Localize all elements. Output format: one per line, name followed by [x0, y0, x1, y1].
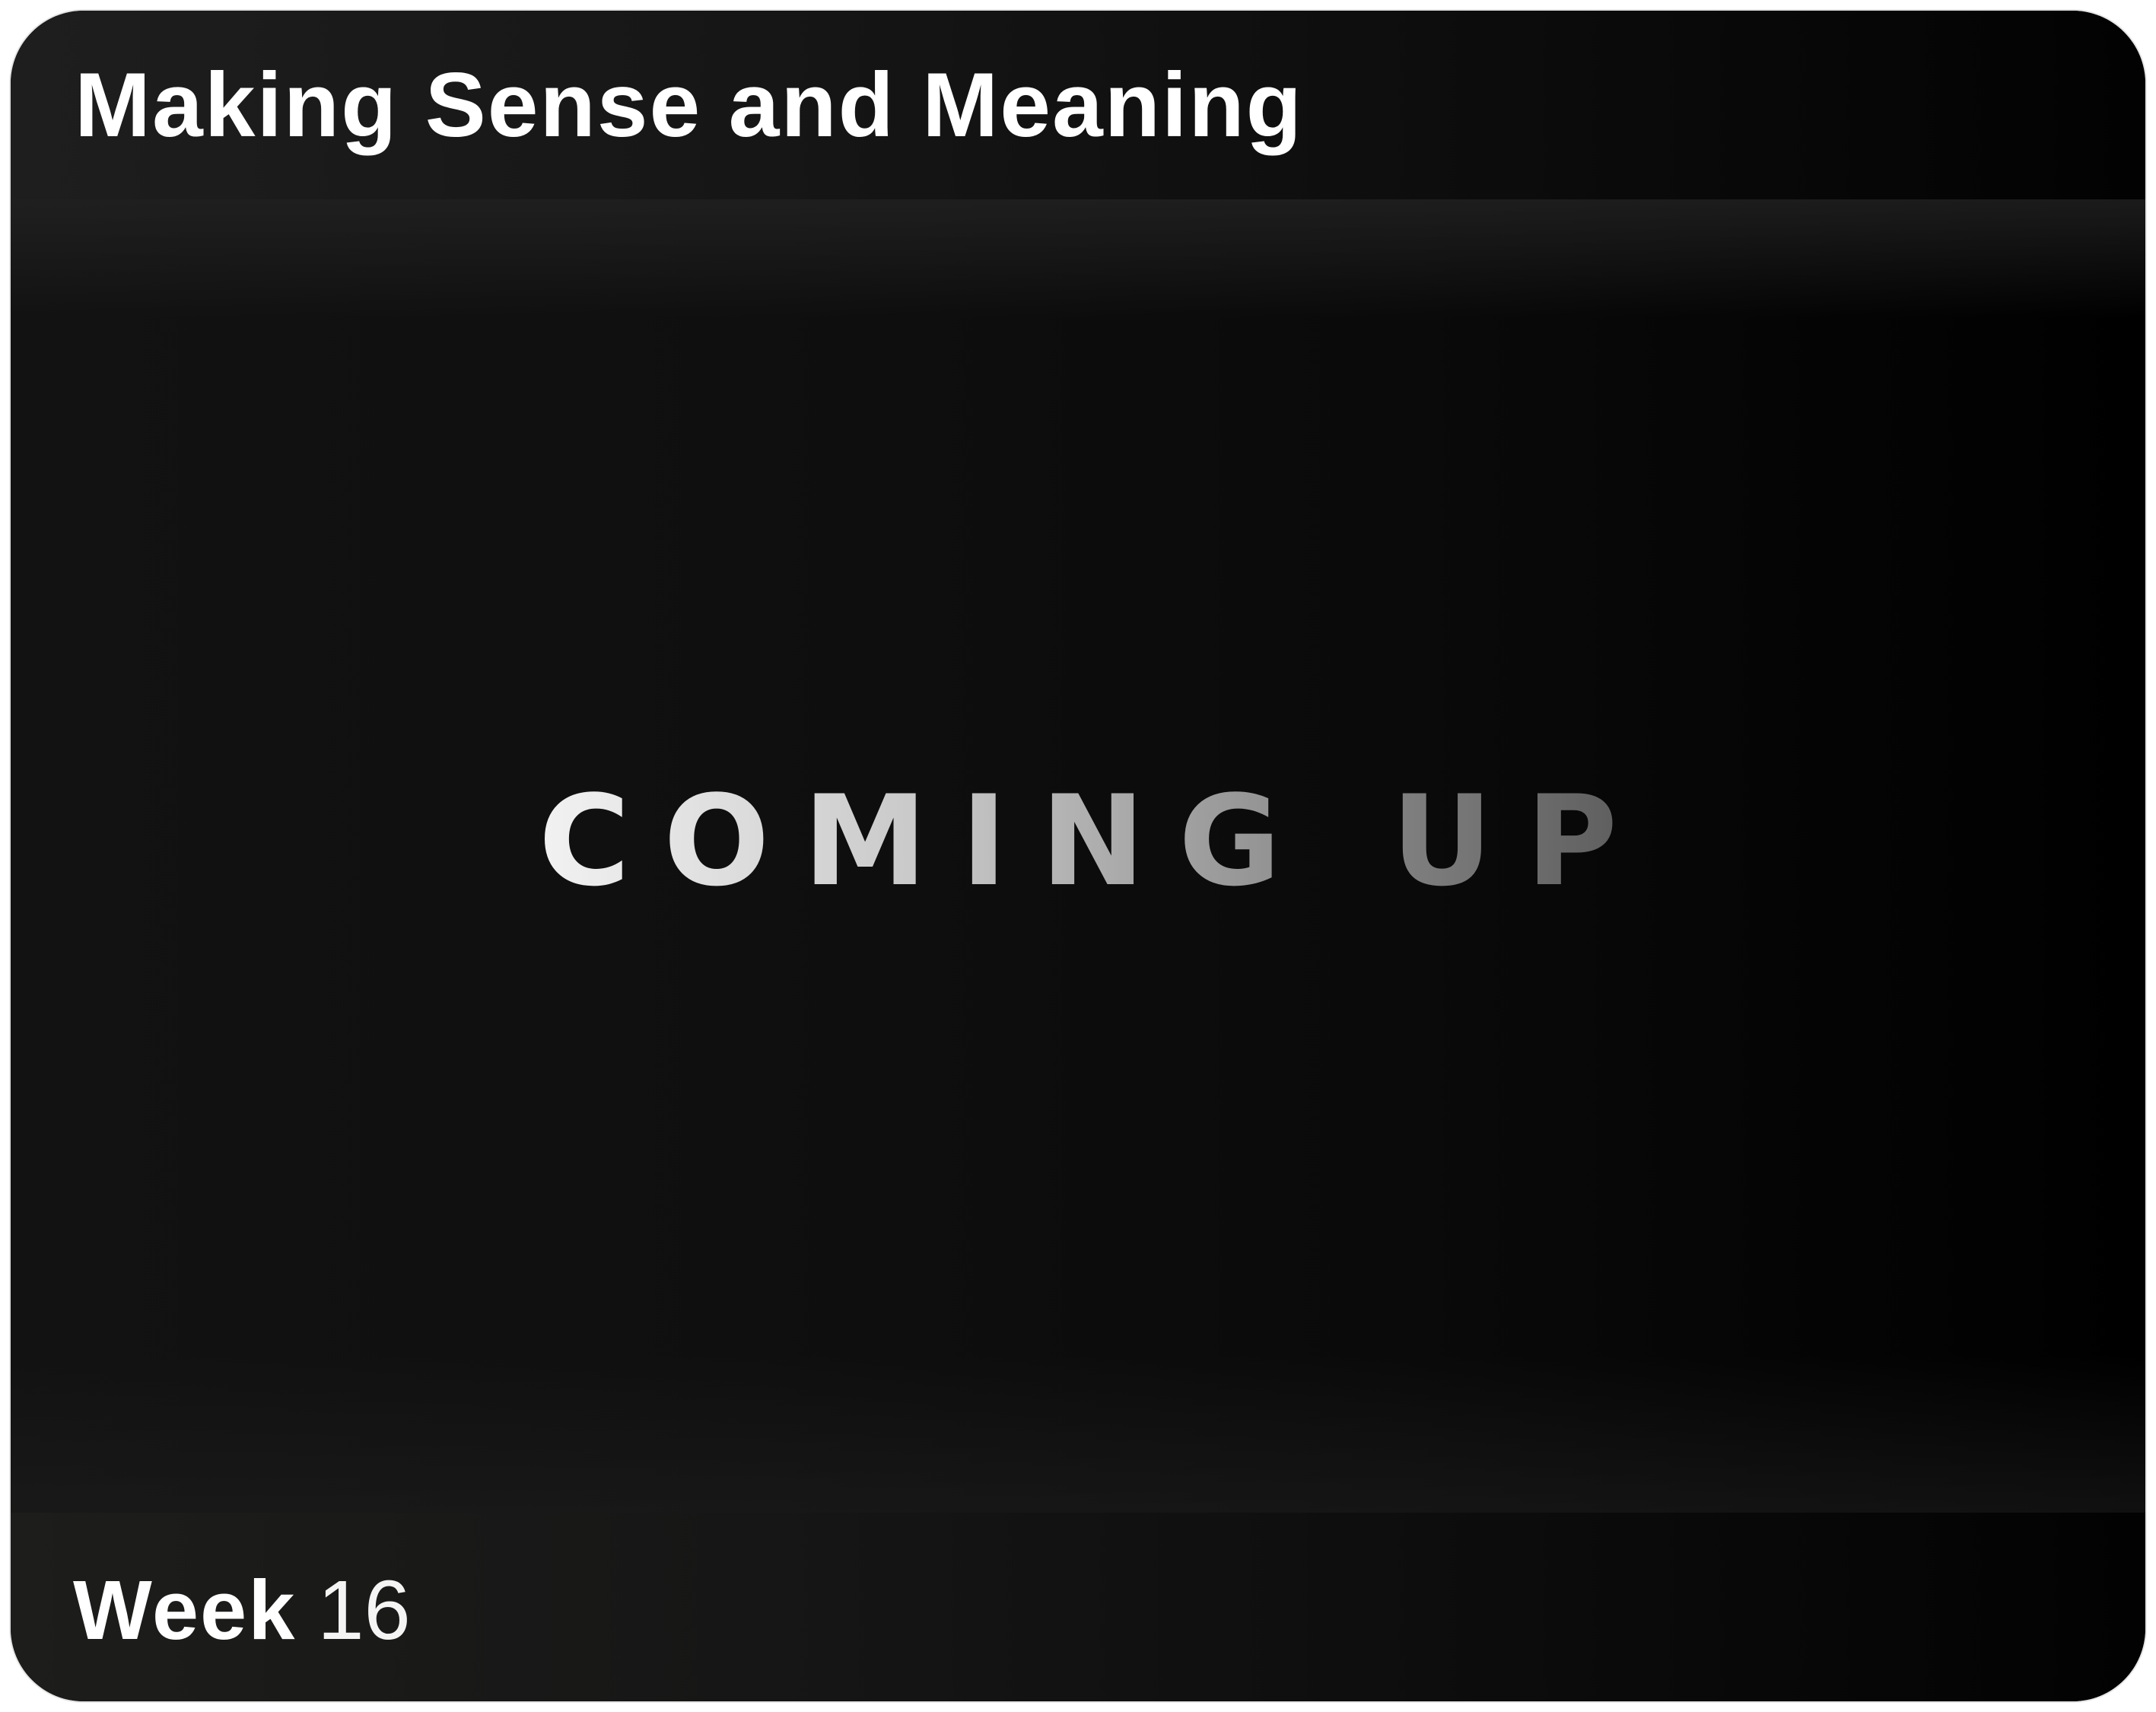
session-card[interactable]: Making Sense and Meaning COMING UP Week 1… [11, 11, 2145, 1701]
session-title: Making Sense and Meaning [75, 54, 1303, 156]
week-indicator: Week 16 [73, 1569, 411, 1653]
card-header: Making Sense and Meaning [11, 11, 2145, 199]
coming-up-label: COMING UP [11, 779, 2145, 904]
coming-up-text: COMING UP [538, 768, 1652, 914]
week-number: 16 [317, 1564, 411, 1657]
card-footer: Week 16 [11, 1513, 2145, 1701]
week-label: Week [73, 1564, 297, 1657]
